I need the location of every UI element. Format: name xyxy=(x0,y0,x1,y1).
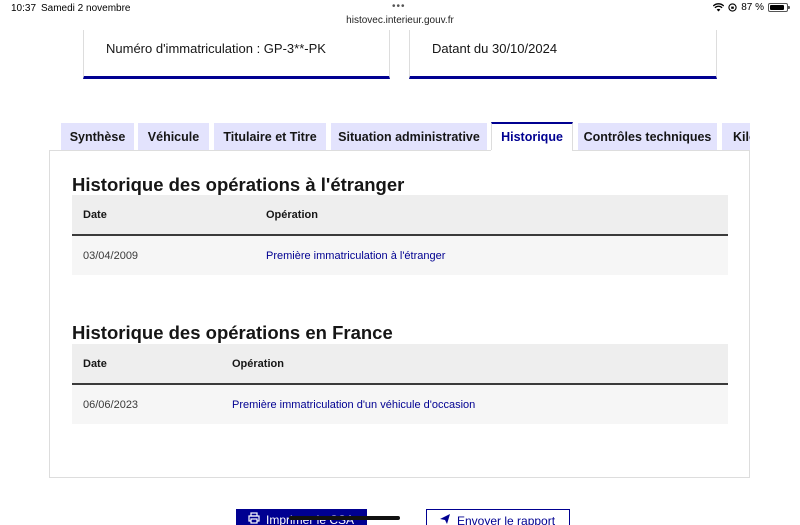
tab-synthese[interactable]: Synthèse xyxy=(61,123,134,151)
panel-border xyxy=(572,150,750,151)
column-header-operation: Opération xyxy=(266,209,318,221)
orientation-lock-icon xyxy=(728,3,737,12)
tab-bar: Synthèse Véhicule Titulaire et Titre Sit… xyxy=(61,122,750,151)
foreign-history-title: Historique des opérations à l'étranger xyxy=(72,174,405,195)
multitasking-dots-icon[interactable]: ••• xyxy=(392,1,406,12)
send-report-label: Envoyer le rapport xyxy=(457,514,556,525)
tab-vehicule[interactable]: Véhicule xyxy=(138,123,209,151)
registration-card: Numéro d'immatriculation : GP-3**-PK xyxy=(83,30,390,79)
row-operation: Première immatriculation à l'étranger xyxy=(266,250,446,262)
tab-kilometrage[interactable]: Kilo xyxy=(722,123,750,151)
battery-percentage: 87 % xyxy=(741,2,764,13)
battery-icon xyxy=(768,3,790,12)
report-date: Datant du 30/10/2024 xyxy=(432,41,558,56)
column-header-date: Date xyxy=(83,358,107,370)
tab-controles-techniques[interactable]: Contrôles techniques xyxy=(578,123,717,151)
france-history-table: Date Opération 06/06/2023 Première immat… xyxy=(72,344,728,424)
address-bar[interactable]: histovec.interieur.gouv.fr xyxy=(0,15,800,26)
status-indicators: 87 % xyxy=(713,2,790,13)
table-header: Date Opération xyxy=(72,344,728,385)
tab-situation-administrative[interactable]: Situation administrative xyxy=(331,123,487,151)
column-header-date: Date xyxy=(83,209,107,221)
status-bar: 10:37 Samedi 2 novembre ••• 87 % histove… xyxy=(0,0,800,26)
registration-number: Numéro d'immatriculation : GP-3**-PK xyxy=(106,41,326,56)
send-report-button[interactable]: Envoyer le rapport xyxy=(426,509,570,525)
row-operation: Première immatriculation d'un véhicule d… xyxy=(232,399,476,411)
status-date: Samedi 2 novembre xyxy=(41,3,131,14)
column-header-operation: Opération xyxy=(232,358,284,370)
printer-icon xyxy=(248,512,260,524)
table-header: Date Opération xyxy=(72,195,728,236)
status-time: 10:37 xyxy=(11,3,37,14)
home-indicator[interactable] xyxy=(289,516,400,520)
date-card: Datant du 30/10/2024 xyxy=(409,30,717,79)
table-row: 06/06/2023 Première immatriculation d'un… xyxy=(72,385,728,424)
foreign-history-table: Date Opération 03/04/2009 Première immat… xyxy=(72,195,728,275)
panel-border xyxy=(49,150,491,151)
tab-titulaire-titre[interactable]: Titulaire et Titre xyxy=(214,123,326,151)
wifi-icon xyxy=(713,3,725,12)
france-history-title: Historique des opérations en France xyxy=(72,322,393,343)
table-row: 03/04/2009 Première immatriculation à l'… xyxy=(72,236,728,275)
row-date: 06/06/2023 xyxy=(83,399,139,411)
tab-historique[interactable]: Historique xyxy=(491,122,573,151)
row-date: 03/04/2009 xyxy=(83,250,139,262)
send-icon xyxy=(440,514,450,524)
